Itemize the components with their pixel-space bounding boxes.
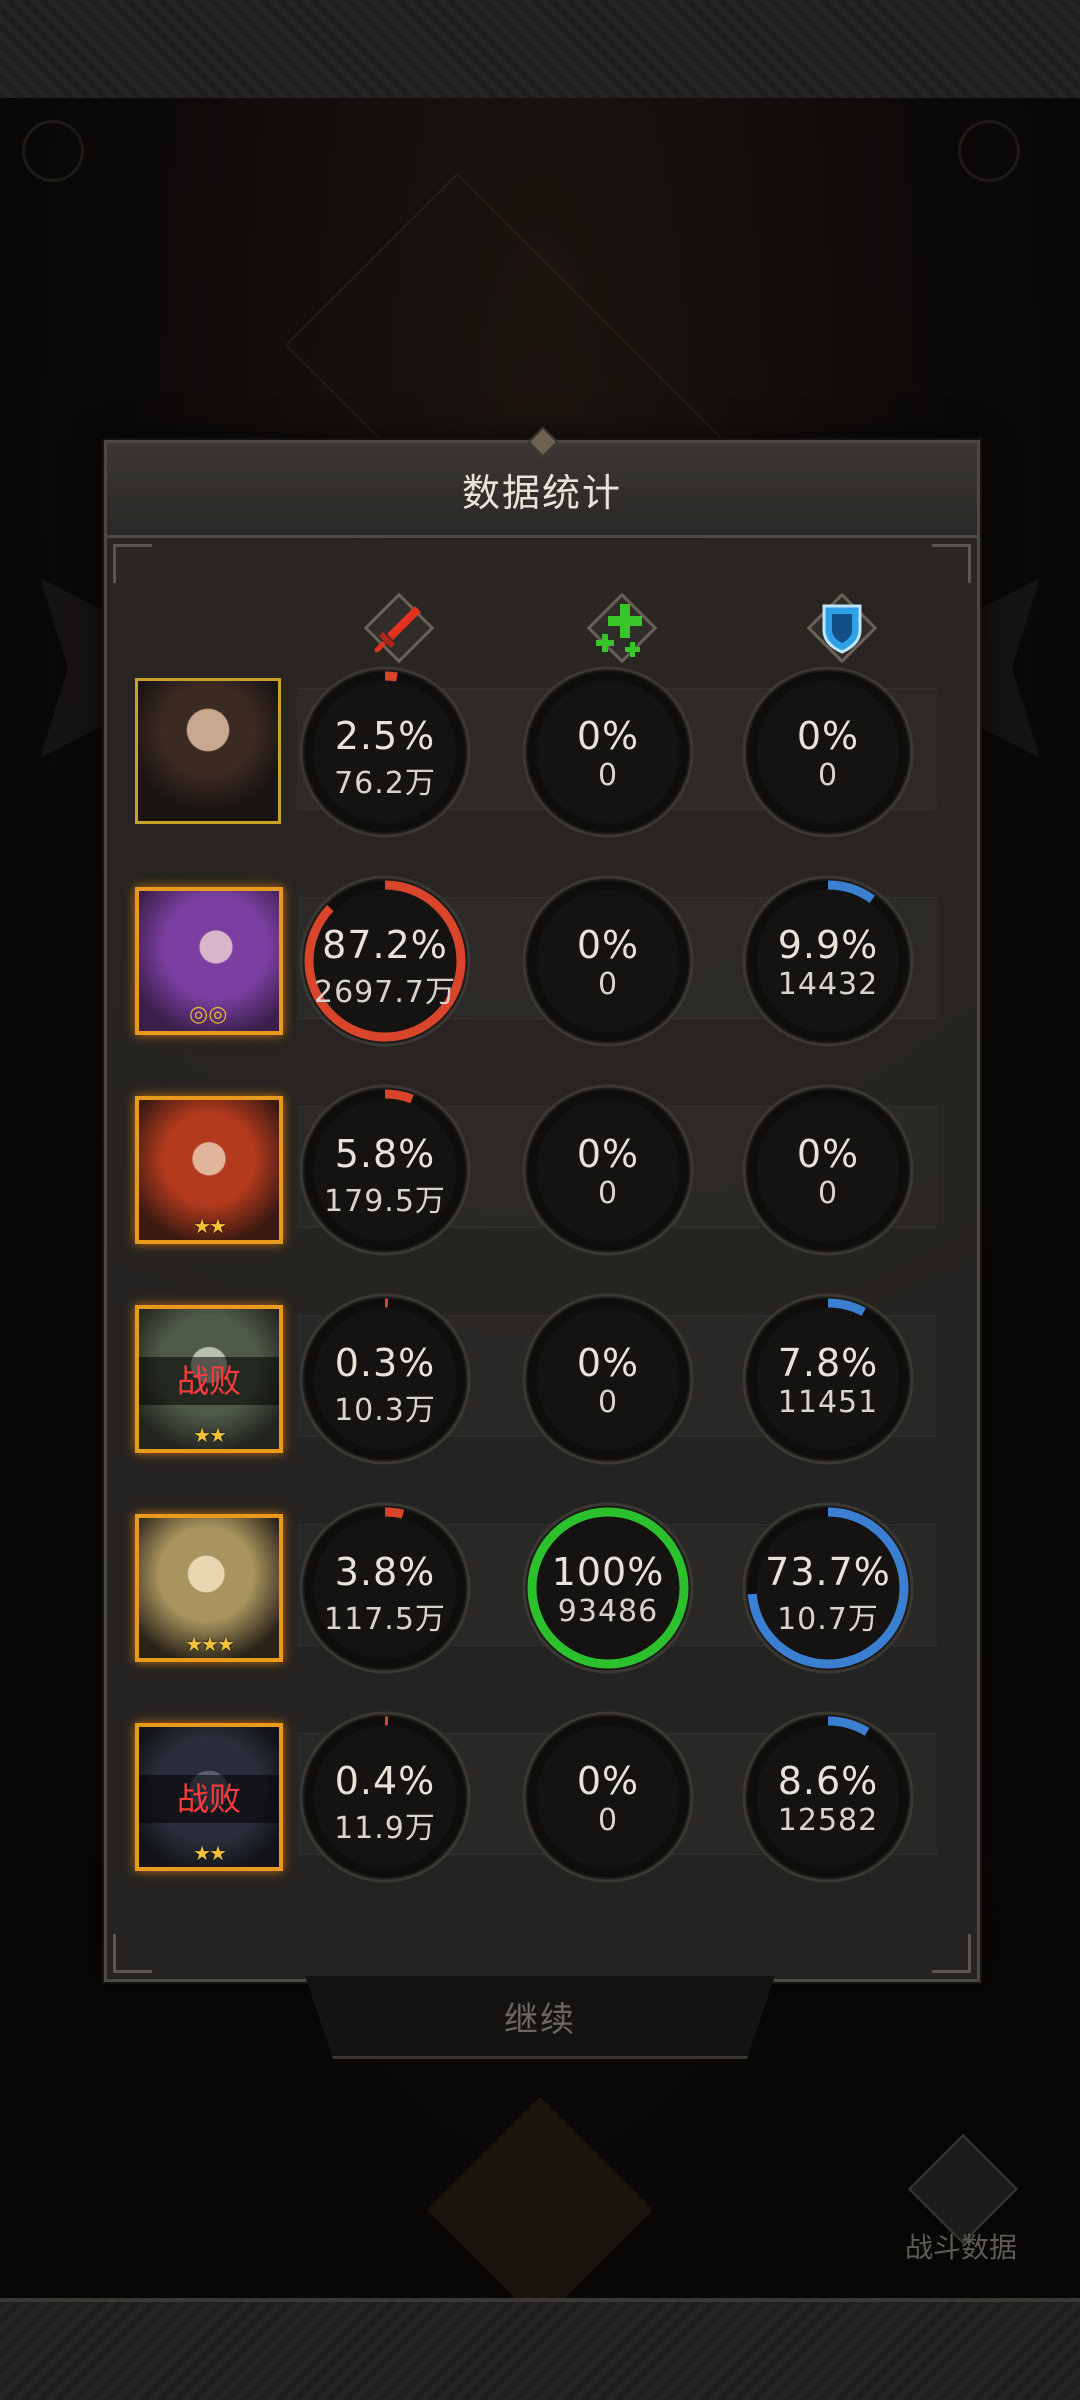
heal-amount: 0 xyxy=(597,1176,619,1211)
damage-percentage: 0.3% xyxy=(334,1341,436,1385)
heal-percentage: 0% xyxy=(576,1759,640,1803)
continue-label: 继续 xyxy=(504,1999,576,2040)
heal-amount: 0 xyxy=(597,967,619,1002)
damage-stat: 87.2% 2697.7万 xyxy=(299,875,471,1047)
defense-percentage: 0% xyxy=(796,714,860,758)
defense-amount: 12582 xyxy=(777,1803,879,1838)
damage-stat: 0.4% 11.9万 xyxy=(299,1711,471,1883)
defense-stat: 73.7% 10.7万 xyxy=(742,1502,914,1674)
damage-amount: 117.5万 xyxy=(324,1602,446,1637)
heal-amount: 0 xyxy=(597,1385,619,1420)
heal-stat: 0% 0 xyxy=(522,1084,694,1256)
defense-percentage: 73.7% xyxy=(765,1550,891,1594)
defense-stat: 0% 0 xyxy=(742,666,914,838)
hero-stars: ★★ xyxy=(193,1214,227,1238)
bottom-bar xyxy=(0,2298,1080,2400)
hero-avatar xyxy=(138,681,278,821)
hero-portrait[interactable] xyxy=(135,678,281,824)
heal-stat: 0% 0 xyxy=(522,875,694,1047)
damage-percentage: 0.4% xyxy=(334,1759,436,1803)
defense-amount: 0 xyxy=(817,1176,839,1211)
awaken-ring-icon: ◎◎ xyxy=(189,1002,228,1027)
battle-data-label: 战斗数据 xyxy=(904,2231,1017,2264)
defense-stat: 9.9% 14432 xyxy=(742,875,914,1047)
damage-percentage: 87.2% xyxy=(322,923,448,967)
hero-row: 2.5% 76.2万 0% 0 0% 0 xyxy=(127,658,957,838)
hero-stars: ★★ xyxy=(193,1423,227,1447)
defeated-label: 战败 xyxy=(139,1357,279,1405)
damage-percentage: 5.8% xyxy=(334,1132,436,1176)
panel-header: 数据统计 xyxy=(107,426,977,538)
sword-icon xyxy=(374,606,421,653)
hero-portrait[interactable]: ★★ 战败 xyxy=(135,1305,283,1453)
heal-percentage: 0% xyxy=(576,714,640,758)
heal-amount: 93486 xyxy=(557,1594,659,1629)
damage-amount: 179.5万 xyxy=(324,1184,446,1219)
defense-percentage: 0% xyxy=(796,1132,860,1176)
damage-amount: 11.9万 xyxy=(334,1811,436,1846)
shield-icon xyxy=(822,604,862,654)
defeated-label: 战败 xyxy=(139,1775,279,1823)
hero-row: ★★ 战败 0.3% 10.3万 0% 0 7.8% 11451 xyxy=(127,1285,957,1465)
defense-amount: 10.7万 xyxy=(777,1602,879,1637)
heal-cross-icon xyxy=(596,604,642,657)
hero-row: ◎◎ 87.2% 2697.7万 0% 0 9.9% 14432 xyxy=(127,867,957,1047)
hero-row: ★★ 5.8% 179.5万 0% 0 0% 0 xyxy=(127,1076,957,1256)
defense-stat: 7.8% 11451 xyxy=(742,1293,914,1465)
heal-percentage: 100% xyxy=(551,1550,665,1594)
heal-percentage: 0% xyxy=(576,923,640,967)
heal-percentage: 0% xyxy=(576,1132,640,1176)
hero-portrait[interactable]: ★★ xyxy=(135,1096,283,1244)
defense-amount: 14432 xyxy=(777,967,879,1002)
defense-stat: 8.6% 12582 xyxy=(742,1711,914,1883)
damage-stat: 0.3% 10.3万 xyxy=(299,1293,471,1465)
top-bar xyxy=(0,0,1080,102)
damage-amount: 76.2万 xyxy=(334,766,436,801)
background-settings-icon xyxy=(958,120,1020,182)
defense-percentage: 9.9% xyxy=(777,923,879,967)
corner-ornament xyxy=(932,1934,971,1973)
defense-stat: 0% 0 xyxy=(742,1084,914,1256)
background-play-icon xyxy=(22,120,84,182)
damage-amount: 2697.7万 xyxy=(314,975,456,1010)
corner-ornament xyxy=(932,544,971,583)
data-statistics-panel: 数据统计 2.5% 76.2万 0% 0 0% 0 ◎◎ 87.2% 2697.… xyxy=(104,426,980,1982)
damage-percentage: 3.8% xyxy=(334,1550,436,1594)
hero-portrait[interactable]: ★★ 战败 xyxy=(135,1723,283,1871)
damage-amount: 10.3万 xyxy=(334,1393,436,1428)
hero-row: ★★ 战败 0.4% 11.9万 0% 0 8.6% 12582 xyxy=(127,1703,957,1883)
damage-stat: 2.5% 76.2万 xyxy=(299,666,471,838)
heal-amount: 0 xyxy=(597,758,619,793)
hero-stars: ★★★ xyxy=(185,1632,235,1656)
corner-ornament xyxy=(113,1934,152,1973)
hero-row: ★★★ 3.8% 117.5万 100% 93486 73.7% 10.7万 xyxy=(127,1494,957,1674)
damage-stat: 3.8% 117.5万 xyxy=(299,1502,471,1674)
hero-portrait[interactable]: ◎◎ xyxy=(135,887,283,1035)
panel-title: 数据统计 xyxy=(461,470,622,515)
heal-amount: 0 xyxy=(597,1803,619,1838)
battle-data-button[interactable]: 战斗数据 xyxy=(896,2133,1026,2270)
heal-stat: 0% 0 xyxy=(522,1293,694,1465)
heal-stat: 0% 0 xyxy=(522,666,694,838)
defense-amount: 11451 xyxy=(777,1385,879,1420)
defense-percentage: 8.6% xyxy=(777,1759,879,1803)
hero-stars: ★★ xyxy=(193,1841,227,1865)
damage-percentage: 2.5% xyxy=(334,714,436,758)
background-ribbon-left xyxy=(40,578,110,758)
hero-portrait[interactable]: ★★★ xyxy=(135,1514,283,1662)
corner-ornament xyxy=(113,544,152,583)
heal-percentage: 0% xyxy=(576,1341,640,1385)
heal-stat: 0% 0 xyxy=(522,1711,694,1883)
heal-stat: 100% 93486 xyxy=(522,1502,694,1674)
continue-button[interactable]: 继续 xyxy=(305,1976,775,2059)
defense-percentage: 7.8% xyxy=(777,1341,879,1385)
defense-amount: 0 xyxy=(817,758,839,793)
background-ribbon-right xyxy=(970,578,1040,758)
panel-body: 2.5% 76.2万 0% 0 0% 0 ◎◎ 87.2% 2697.7万 0% 0 9.9% 1443… xyxy=(107,538,977,1979)
damage-stat: 5.8% 179.5万 xyxy=(299,1084,471,1256)
